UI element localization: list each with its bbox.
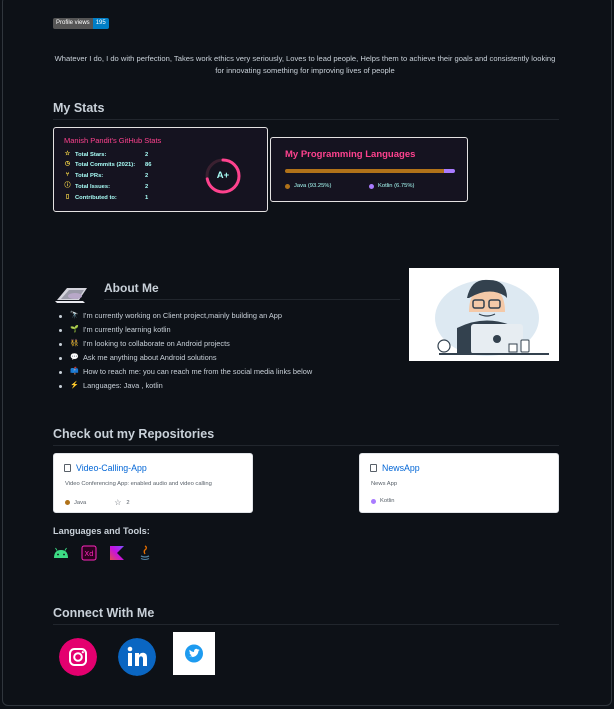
clock-icon: ◷ (64, 161, 71, 167)
star-icon: ☆ (114, 498, 122, 507)
stat-value: 2 (145, 183, 149, 190)
developer-illustration (409, 268, 559, 361)
repo-icon (370, 464, 377, 472)
stat-value: 2 (145, 151, 149, 158)
repo-name[interactable]: NewsApp (382, 463, 420, 473)
repo-meta: Kotlin (371, 498, 395, 504)
repo-icon: ▯ (65, 194, 70, 200)
stat-label: Total Issues: (75, 183, 111, 190)
twitter-link[interactable] (173, 632, 215, 675)
repo-card-video-calling[interactable]: Video-Calling-App Video Conferencing App… (53, 453, 253, 513)
intro-text: Whatever I do, I do with perfection, Tak… (54, 54, 556, 75)
mailbox-icon: 📫 (70, 368, 79, 375)
speech-bubble-icon: 💬 (70, 354, 79, 361)
list-item: 📫 How to reach me: you can reach me from … (59, 365, 312, 379)
badge-count: 195 (92, 18, 109, 29)
svg-text:Xd: Xd (84, 550, 93, 558)
repo-link[interactable]: NewsApp (370, 463, 420, 473)
language-dot-icon (65, 500, 70, 505)
instagram-icon[interactable] (59, 638, 97, 676)
about-item-text: Ask me anything about Android solutions (83, 353, 217, 362)
badge-label: Profile views (53, 18, 93, 29)
lang-bar-segment (285, 169, 444, 173)
lang-label: Kotlin (6.75%) (378, 183, 415, 189)
repo-link[interactable]: Video-Calling-App (64, 463, 147, 473)
list-item: ⚡ Languages: Java , kotlin (59, 379, 312, 393)
stat-row-issues: ⓘ Total Issues: 2 (64, 183, 148, 190)
repo-language: Kotlin (380, 498, 395, 504)
stat-label: Total Commits (2021): (75, 161, 136, 168)
stat-label: Contributed to: (75, 194, 117, 201)
stat-label: Total Stars: (75, 151, 107, 158)
repo-card-newsapp[interactable]: NewsApp News App Kotlin (359, 453, 559, 513)
stat-value: 1 (145, 194, 149, 201)
star-icon: ☆ (64, 151, 71, 157)
rank-grade: A+ (216, 170, 230, 181)
pull-request-icon: ⑂ (65, 172, 70, 178)
repo-name[interactable]: Video-Calling-App (76, 463, 147, 473)
repo-language: Java (74, 499, 87, 506)
stat-row-prs: ⑂ Total PRs: 2 (64, 172, 149, 179)
stat-value: 2 (145, 172, 149, 179)
repo-meta: Java ☆ 2 (65, 498, 130, 507)
java-icon[interactable] (137, 545, 153, 561)
about-item-text: I'm currently working on Client project,… (83, 311, 283, 320)
stat-label: Total PRs: (75, 172, 104, 179)
about-item-text: I'm looking to collaborate on Android pr… (83, 339, 230, 348)
about-item-text: I'm currently learning kotlin (83, 325, 171, 334)
stats-card-title: Manish Pandit's GitHub Stats (64, 136, 162, 145)
lang-item-java: Java (93.25%) (285, 183, 331, 189)
stat-row-commits: ◷ Total Commits (2021): 86 (64, 161, 152, 168)
about-item-text: Languages: Java , kotlin (83, 381, 163, 390)
lang-progress-bar (285, 169, 455, 173)
android-icon[interactable] (53, 545, 69, 561)
list-item: 🌱 I'm currently learning kotlin (59, 323, 312, 337)
list-item: 🔭 I'm currently working on Client project… (59, 309, 312, 323)
lang-label: Java (93.25%) (294, 183, 332, 189)
about-item-text: How to reach me: you can reach me from t… (83, 367, 313, 376)
profile-views-badge: Profile views 195 (53, 18, 109, 29)
linkedin-icon[interactable] (118, 638, 156, 676)
repo-description: News App (371, 481, 398, 487)
top-languages-card[interactable]: My Programming Languages Java (93.25%) K… (270, 137, 468, 202)
laptop-hand-icon (53, 282, 93, 304)
kotlin-dot-icon (369, 183, 374, 189)
seedling-icon: 🌱 (70, 326, 79, 333)
collaborate-icon: 👯 (70, 340, 79, 347)
stats-heading: My Stats (53, 101, 559, 120)
lang-bar-segment (443, 169, 455, 173)
stat-row-stars: ☆ Total Stars: 2 (64, 151, 148, 158)
adobe-xd-icon[interactable]: Xd (81, 545, 97, 561)
about-list: 🔭 I'm currently working on Client project… (59, 309, 312, 393)
kotlin-icon[interactable] (109, 545, 125, 561)
list-item: 💬 Ask me anything about Android solutions (59, 351, 312, 365)
telescope-icon: 🔭 (70, 312, 79, 319)
repo-description: Video Conferencing App: enabled audio an… (65, 481, 212, 487)
list-item: 👯 I'm looking to collaborate on Android p… (59, 337, 312, 351)
lang-card-title: My Programming Languages (285, 149, 416, 160)
stat-value: 86 (145, 161, 152, 168)
about-heading: About Me (104, 281, 400, 300)
repo-icon (64, 464, 71, 472)
tools-heading: Languages and Tools: (53, 526, 150, 536)
github-stats-card[interactable]: Manish Pandit's GitHub Stats ☆ Total Sta… (53, 127, 268, 212)
lightning-icon: ⚡ (70, 382, 79, 389)
twitter-icon[interactable] (173, 632, 215, 675)
language-dot-icon (371, 498, 376, 504)
stat-row-contributed: ▯ Contributed to: 1 (64, 194, 148, 201)
connect-heading: Connect With Me (53, 606, 559, 625)
repo-stars: 2 (126, 499, 130, 506)
repos-heading: Check out my Repositories (53, 427, 559, 446)
java-dot-icon (285, 183, 290, 189)
issue-icon: ⓘ (64, 183, 71, 189)
lang-item-kotlin: Kotlin (6.75%) (369, 183, 414, 189)
